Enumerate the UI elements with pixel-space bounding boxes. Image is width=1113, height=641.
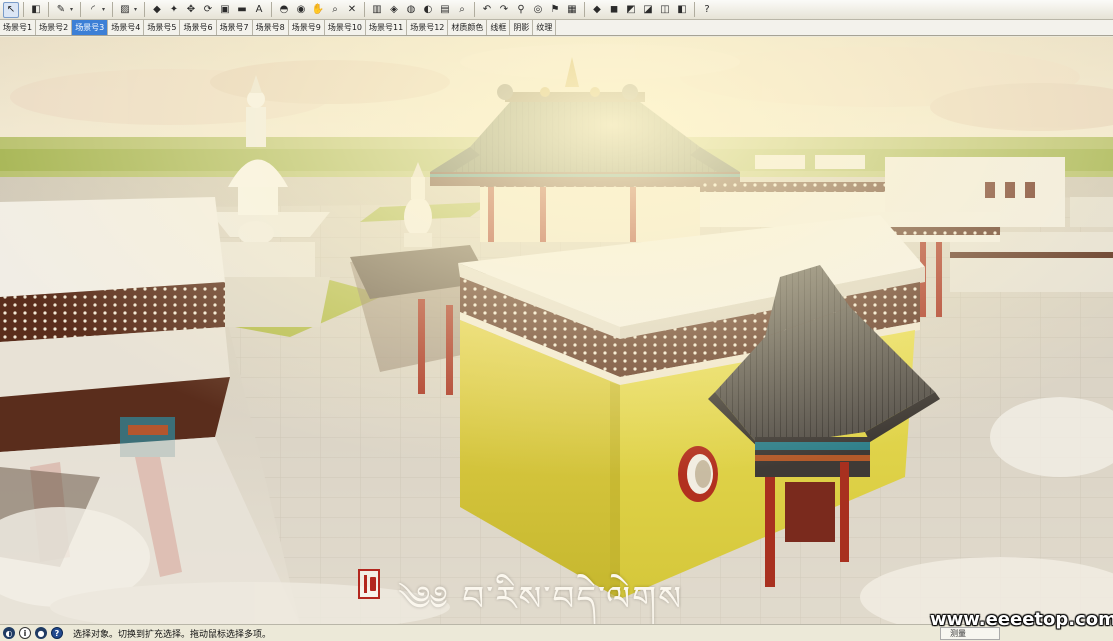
layers-icon[interactable]: ▤ bbox=[437, 2, 453, 18]
scene-render bbox=[0, 37, 1113, 624]
top-view-icon[interactable]: ◼ bbox=[606, 2, 622, 18]
look-around-icon[interactable]: ◎ bbox=[530, 2, 546, 18]
scene-tab[interactable]: 线框 bbox=[487, 20, 511, 35]
scene-tab[interactable]: 场景号8 bbox=[253, 20, 289, 35]
scene-tab[interactable]: 阴影 bbox=[510, 20, 534, 35]
red-seal-stamp bbox=[358, 569, 380, 599]
paint-bucket-tool-icon[interactable]: ◓ bbox=[276, 2, 292, 18]
previous-view-icon[interactable]: ↶ bbox=[479, 2, 495, 18]
tibetan-inscription: ༄༅ བ་རིས་བདེ་ལེགས bbox=[398, 579, 684, 619]
toolbar-separator bbox=[694, 2, 695, 17]
toolbar-separator bbox=[144, 2, 145, 17]
iso-view-icon[interactable]: ◆ bbox=[589, 2, 605, 18]
site-watermark: www.eeeetop.com bbox=[930, 609, 1113, 630]
toolbar-separator bbox=[364, 2, 365, 17]
rectangle-tool-icon[interactable]: ▨ bbox=[117, 2, 133, 18]
front-view-icon[interactable]: ◩ bbox=[623, 2, 639, 18]
scene-tabs-bar: 场景号1 场景号2 场景号3 场景号4 场景号5 场景号6 场景号7 场景号8 场景号9 场景号1… bbox=[0, 20, 1113, 36]
line-dropdown-icon[interactable]: ▾ bbox=[70, 6, 76, 13]
scene-tab[interactable]: 场景号4 bbox=[108, 20, 145, 35]
scene-tab[interactable]: 场景号2 bbox=[36, 20, 73, 35]
status-message: 选择对象。切换到扩充选择。拖动鼠标选择多项。 bbox=[73, 629, 272, 640]
toolbar-separator bbox=[48, 2, 49, 17]
materials-icon[interactable]: ◍ bbox=[403, 2, 419, 18]
zoom-window-icon[interactable]: ⌕ bbox=[454, 2, 470, 18]
rotate-tool-icon[interactable]: ⟳ bbox=[200, 2, 216, 18]
scene-tab[interactable]: 场景号7 bbox=[217, 20, 253, 35]
rectangle-dropdown-icon[interactable]: ▾ bbox=[134, 6, 140, 13]
scene-tab[interactable]: 场景号6 bbox=[180, 20, 217, 35]
help-icon[interactable]: ? bbox=[51, 627, 63, 639]
scene-tab[interactable]: 场景号1 bbox=[0, 20, 37, 35]
zoom-tool-icon[interactable]: ⌕ bbox=[327, 2, 343, 18]
pan-tool-icon[interactable]: ✋ bbox=[310, 2, 326, 18]
section-plane-icon[interactable]: ▥ bbox=[369, 2, 385, 18]
next-view-icon[interactable]: ↷ bbox=[496, 2, 512, 18]
component-icon[interactable]: ◈ bbox=[386, 2, 402, 18]
scene-tab[interactable]: 材质颜色 bbox=[448, 20, 488, 35]
pencil-line-tool-icon[interactable]: ✎ bbox=[53, 2, 69, 18]
left-view-icon[interactable]: ◧ bbox=[674, 2, 690, 18]
help-icon[interactable]: ? bbox=[699, 2, 715, 18]
push-pull-tool-icon[interactable]: ◆ bbox=[149, 2, 165, 18]
3d-viewport[interactable]: ༄༅ བ་རིས་བདེ་ལེགས bbox=[0, 37, 1113, 624]
scene-tab[interactable]: 纹理 bbox=[533, 20, 557, 35]
toolbar-separator bbox=[80, 2, 81, 17]
walk-icon[interactable]: ⚲ bbox=[513, 2, 529, 18]
scale-tool-icon[interactable]: ▣ bbox=[217, 2, 233, 18]
toolbar-separator bbox=[584, 2, 585, 17]
scene-tab[interactable]: 场景号3 bbox=[72, 20, 109, 35]
zoom-extents-tool-icon[interactable]: ✕ bbox=[344, 2, 360, 18]
toolbar-separator bbox=[23, 2, 24, 17]
scene-tab[interactable]: 场景号9 bbox=[289, 20, 325, 35]
geolocation-icon[interactable]: ◐ bbox=[3, 627, 15, 639]
arc-tool-icon[interactable]: ◜ bbox=[85, 2, 101, 18]
scene-tab[interactable]: 场景号12 bbox=[407, 20, 449, 35]
main-toolbar: ↖ ◧ ✎ ▾ ◜ ▾ ▨ ▾ ◆ ✦ ✥ ⟳ ▣ ▬ A ◓ ◉ ✋ ⌕ ✕ ▥ ◈ ◍ ◐ ▤ ⌕ ↶ ↷ ⚲ ◎ ⚑ ▦ ◆ ◼ ◩ ◪ ◫ ◧? bbox=[0, 0, 1113, 20]
tape-measure-tool-icon[interactable]: ▬ bbox=[234, 2, 250, 18]
scene-tab[interactable]: 场景号10 bbox=[325, 20, 367, 35]
right-view-icon[interactable]: ◪ bbox=[640, 2, 656, 18]
eraser-tool-icon[interactable]: ◧ bbox=[28, 2, 44, 18]
styles-icon[interactable]: ◐ bbox=[420, 2, 436, 18]
orbit-tool-icon[interactable]: ◉ bbox=[293, 2, 309, 18]
sandbox-icon[interactable]: ▦ bbox=[564, 2, 580, 18]
scene-tab[interactable]: 场景号11 bbox=[366, 20, 408, 35]
toolbar-separator bbox=[271, 2, 272, 17]
scene-tab[interactable]: 场景号5 bbox=[144, 20, 181, 35]
toolbar-separator bbox=[112, 2, 113, 17]
position-camera-icon[interactable]: ⚑ bbox=[547, 2, 563, 18]
offset-tool-icon[interactable]: ✦ bbox=[166, 2, 182, 18]
move-tool-icon[interactable]: ✥ bbox=[183, 2, 199, 18]
credits-icon[interactable]: i bbox=[19, 627, 31, 639]
arc-dropdown-icon[interactable]: ▾ bbox=[102, 6, 108, 13]
user-icon[interactable]: ● bbox=[35, 627, 47, 639]
toolbar-separator bbox=[474, 2, 475, 17]
text-tool-icon[interactable]: A bbox=[251, 2, 267, 18]
back-view-icon[interactable]: ◫ bbox=[657, 2, 673, 18]
select-tool-icon[interactable]: ↖ bbox=[3, 1, 19, 18]
